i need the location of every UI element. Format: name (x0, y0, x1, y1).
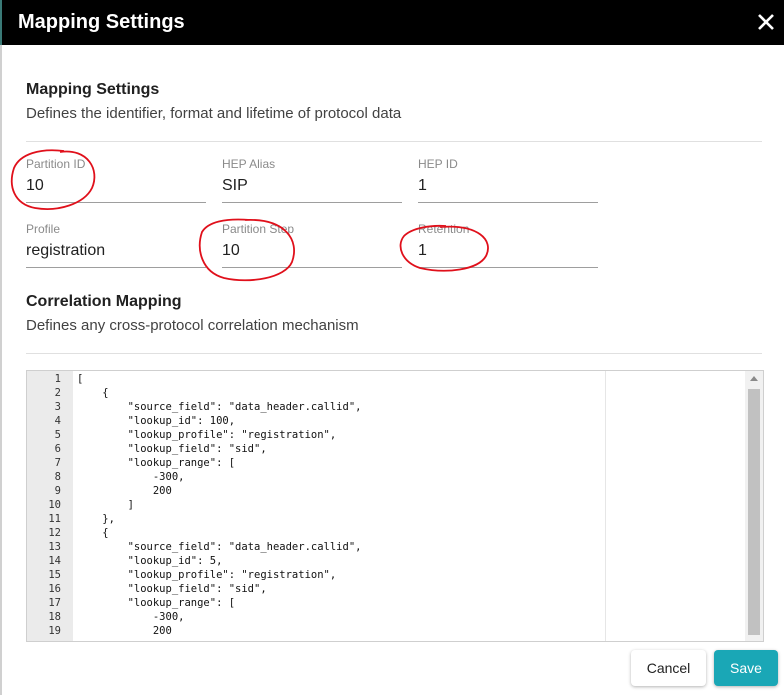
correlation-json-editor[interactable]: 1 2 3 4 5 6 7 8 9 10 11 12 13 14 15 16 1… (26, 370, 764, 642)
scrollbar-thumb[interactable] (748, 389, 760, 635)
code-line: "lookup_id": 100, (77, 415, 236, 427)
line-number: 2 (54, 387, 61, 399)
code-line: { (77, 387, 109, 399)
annotation-circle-partition-step (198, 218, 295, 282)
code-line: "lookup_profile": "registration", (77, 429, 337, 441)
editor-code-area[interactable]: [ { "source_field": "data_header.callid"… (77, 371, 607, 641)
annotation-circle-partition-id (10, 149, 96, 210)
line-number: 3 (54, 401, 61, 413)
line-number: 18 (48, 611, 61, 623)
cancel-button[interactable]: Cancel (631, 650, 706, 686)
code-line: -300, (77, 471, 185, 483)
line-number: 1 (54, 373, 61, 385)
save-button[interactable]: Save (714, 650, 778, 686)
line-number: 7 (54, 457, 61, 469)
line-number: 9 (54, 485, 61, 497)
code-line: "lookup_range": [ (77, 457, 236, 469)
line-number: 10 (48, 499, 61, 511)
line-number: 5 (54, 429, 61, 441)
code-line: "lookup_field": "sid", (77, 443, 267, 455)
code-line: "lookup_range": [ (77, 597, 236, 609)
line-number: 17 (48, 597, 61, 609)
code-line: }, (77, 513, 115, 525)
code-line: 200 (77, 485, 172, 497)
code-line: "source_field": "data_header.callid", (77, 401, 362, 413)
code-line: "lookup_field": "sid", (77, 583, 267, 595)
line-number: 6 (54, 443, 61, 455)
divider (26, 353, 762, 354)
line-number: 19 (48, 625, 61, 637)
code-line: -300, (77, 611, 185, 623)
print-margin (605, 371, 606, 641)
code-line: ] (77, 499, 134, 511)
line-number: 8 (54, 471, 61, 483)
editor-scrollbar[interactable] (745, 371, 763, 641)
code-line: "source_field": "data_header.callid", (77, 541, 362, 553)
line-number: 15 (48, 569, 61, 581)
line-number: 11 (48, 513, 61, 525)
chevron-up-icon[interactable] (750, 376, 758, 381)
code-line: "lookup_profile": "registration", (77, 569, 337, 581)
line-number: 13 (48, 541, 61, 553)
code-line: 200 (77, 625, 172, 637)
line-number: 16 (48, 583, 61, 595)
line-number: 12 (48, 527, 61, 539)
correlation-section-description: Defines any cross-protocol correlation m… (26, 317, 359, 334)
line-number: 4 (54, 415, 61, 427)
code-line: [ (77, 373, 84, 385)
editor-gutter: 1 2 3 4 5 6 7 8 9 10 11 12 13 14 15 16 1… (27, 371, 73, 641)
code-line: { (77, 527, 109, 539)
code-line: "lookup_id": 5, (77, 555, 223, 567)
line-number: 14 (48, 555, 61, 567)
correlation-section-title: Correlation Mapping (26, 293, 182, 310)
annotation-circle-retention (399, 224, 489, 272)
